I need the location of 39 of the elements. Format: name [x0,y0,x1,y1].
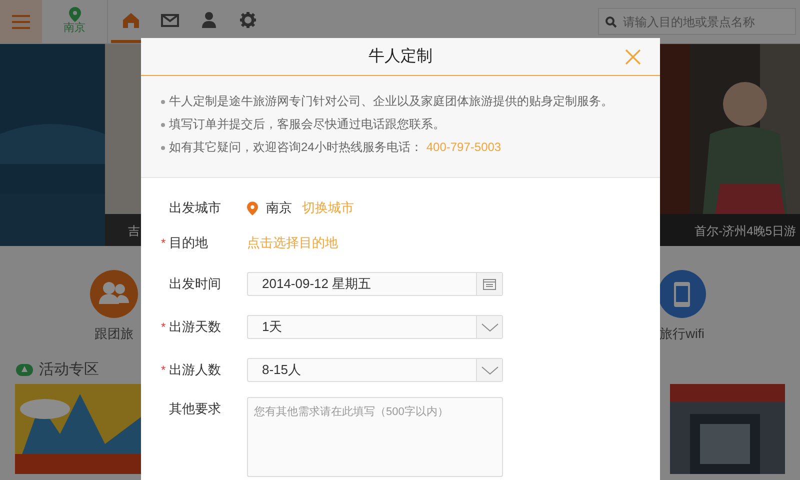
pin-icon [247,200,258,216]
info-text: 填写订单并提交后，客服会尽快通过电话跟您联系。 [169,116,445,133]
select-field[interactable]: 8-15人 [247,358,503,382]
date-field[interactable]: 2014-09-12 星期五 [247,272,503,296]
field-label: 出发时间 [169,275,221,294]
chevron-down-icon [480,322,498,332]
select-field[interactable]: 1天 [247,315,503,339]
required-mark: * [161,319,167,336]
destination-link[interactable]: 点击选择目的地 [247,233,338,253]
text-area[interactable]: 您有其他需求请在此填写（500字以内） [247,397,503,477]
field-label: 目的地 [169,234,208,252]
phone-link[interactable]: 400-797-5003 [426,139,502,156]
switch-city-link[interactable]: 切换城市 [302,198,354,218]
chevron-down-icon [480,366,498,374]
section-title: 活动专区 [39,360,99,380]
search-field[interactable]: 请输入目的地或景点名称 [598,8,796,35]
group-icon [90,270,138,318]
field-label: 出发城市 [169,199,221,218]
required-mark: * [161,362,167,379]
calendar-icon [483,278,496,290]
dialog-title: 牛人定制 [368,46,432,66]
banner-caption: 吉 [128,223,140,240]
banner-caption: 首尔-济州4晚5日游 [694,223,796,240]
pin-icon [68,7,80,22]
gear-icon [238,10,258,30]
location-button[interactable]: 南京 [42,0,108,43]
field-label: 其他要求 [169,400,221,418]
category-label: 旅行wifi [660,325,704,343]
search-icon [605,16,617,28]
info-text: 牛人定制是途牛旅游网专门针对公司、企业以及家庭团体旅游提供的贴身定制服务。 [169,93,613,110]
field-label: 出游人数 [169,361,221,380]
required-mark: * [161,235,167,252]
menu-icon [12,14,30,28]
close-icon [625,49,641,65]
category-label: 跟团旅 [94,325,134,343]
home-icon [120,10,140,30]
city-value: 南京 [266,199,292,218]
info-text: 如有其它疑问，欢迎咨询24小时热线服务电话： [169,139,422,156]
field-label: 出游天数 [169,318,221,336]
